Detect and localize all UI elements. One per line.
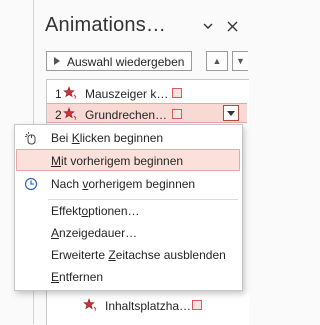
menu-text: ptionen… bbox=[88, 204, 140, 218]
menu-text: it vorherigem beginnen bbox=[61, 154, 184, 168]
star-effect-icon bbox=[63, 107, 77, 120]
timeline-bar bbox=[192, 300, 202, 310]
clock-icon bbox=[24, 177, 38, 191]
list-item[interactable]: Inhaltsplatzha… bbox=[47, 295, 247, 315]
timeline-bar bbox=[172, 88, 182, 98]
menu-item-start-on-click[interactable]: Bei Klicken beginnen bbox=[16, 127, 240, 149]
list-item[interactable]: 1 Mauszeiger k… bbox=[47, 83, 247, 103]
menu-item-remove[interactable]: Entfernen bbox=[16, 266, 240, 288]
menu-item-timing[interactable]: Anzeigedauer… bbox=[16, 222, 240, 244]
menu-text: Bei bbox=[51, 131, 72, 145]
menu-text: nzeigedauer… bbox=[59, 226, 138, 240]
menu-text: orherigem beginnen bbox=[88, 177, 196, 191]
arrow-up-icon: ▲ bbox=[212, 56, 222, 66]
play-selected-button[interactable]: Auswahl wiedergeben bbox=[46, 51, 192, 71]
move-down-button[interactable]: ▼ bbox=[232, 51, 248, 71]
star-effect-icon bbox=[83, 298, 97, 311]
item-name: Mauszeiger k… bbox=[85, 87, 169, 101]
mouse-click-icon bbox=[25, 132, 36, 145]
menu-item-hide-timeline[interactable]: Erweiterte Zeitachse ausblenden bbox=[16, 244, 240, 266]
pane-title: Animations… bbox=[45, 14, 167, 36]
item-number: 1 bbox=[55, 87, 62, 101]
menu-accel: E bbox=[51, 270, 60, 284]
menu-item-effect-options[interactable]: Effektoptionen… bbox=[16, 200, 240, 222]
item-number: 2 bbox=[55, 108, 62, 122]
context-menu: Bei Klicken beginnen Mit vorherigem begi… bbox=[14, 124, 243, 291]
menu-text: eitachse ausblenden bbox=[115, 248, 226, 262]
item-name: Inhaltsplatzha… bbox=[105, 299, 192, 313]
menu-text: Effekt bbox=[51, 204, 82, 218]
play-button-label: Auswahl wiedergeben bbox=[67, 55, 185, 69]
chevron-down-icon[interactable] bbox=[200, 18, 216, 34]
menu-text: Erweiterte bbox=[51, 248, 109, 262]
menu-accel: M bbox=[51, 154, 61, 168]
menu-text: licken beginnen bbox=[79, 131, 164, 145]
item-dropdown-button[interactable] bbox=[223, 105, 239, 121]
timeline-bar bbox=[172, 109, 182, 119]
arrow-down-icon: ▼ bbox=[236, 56, 245, 66]
menu-accel: A bbox=[51, 226, 60, 240]
item-name: Grundrechen… bbox=[85, 108, 168, 122]
move-up-button[interactable]: ▲ bbox=[206, 51, 228, 71]
menu-accel: Z bbox=[108, 248, 116, 262]
menu-item-after-previous[interactable]: Nach vorherigem beginnen bbox=[16, 173, 240, 195]
menu-accel: K bbox=[71, 131, 80, 145]
menu-text: Nach bbox=[51, 177, 83, 191]
play-icon bbox=[54, 57, 60, 65]
list-item-selected[interactable]: 2 Grundrechen… bbox=[47, 103, 247, 123]
menu-text: ntfernen bbox=[59, 270, 104, 284]
chevron-down-icon bbox=[227, 110, 235, 116]
close-icon[interactable] bbox=[224, 18, 240, 34]
menu-item-with-previous[interactable]: Mit vorherigem beginnen bbox=[16, 149, 240, 171]
star-effect-icon bbox=[63, 86, 77, 99]
